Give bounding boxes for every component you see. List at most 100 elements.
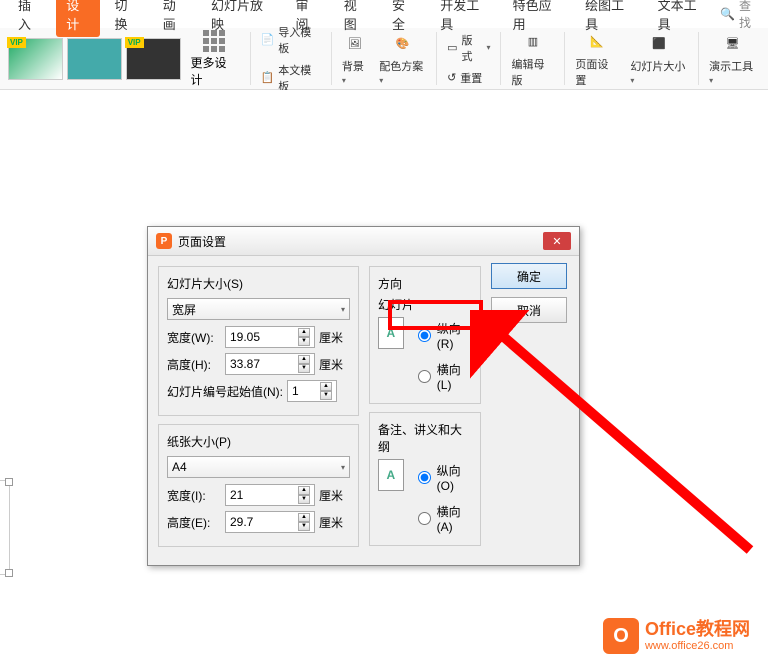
- width-label: 宽度(W):: [167, 329, 221, 346]
- slide-size-select[interactable]: 宽屏 ▾: [167, 298, 350, 320]
- more-designs-label: 更多设计: [191, 54, 238, 88]
- unit-label: 厘米: [319, 356, 343, 373]
- watermark: O Office教程网 www.office26.com: [603, 618, 750, 654]
- spinner-buttons[interactable]: ▲▼: [320, 382, 332, 400]
- template-thumb-3[interactable]: [126, 38, 181, 80]
- numbering-input[interactable]: 1 ▲▼: [287, 380, 337, 402]
- paper-width-input[interactable]: 21 ▲▼: [225, 484, 315, 506]
- radio-input[interactable]: [418, 370, 431, 383]
- import-icon: 📄: [261, 33, 275, 46]
- format-label: 版式: [461, 32, 482, 64]
- dialog-left-column: 幻灯片大小(S) 宽屏 ▾ 宽度(W): 19.05 ▲▼ 厘米 高度(H):: [158, 266, 359, 555]
- chevron-down-icon: ▾: [342, 76, 346, 85]
- slide-size-icon: ⬛: [647, 31, 671, 55]
- slide-portrait-radio[interactable]: 纵向(R): [414, 317, 472, 354]
- numbering-value: 1: [292, 384, 299, 398]
- paper-width-value: 21: [230, 488, 243, 502]
- notes-direction-fieldset: 备注、讲义和大纲 A 纵向(O) 横向(A): [369, 412, 481, 546]
- presentation-tool-label: 演示工具: [709, 61, 753, 73]
- spinner-buttons[interactable]: ▲▼: [298, 328, 310, 346]
- slide-width-input[interactable]: 19.05 ▲▼: [225, 326, 315, 348]
- background-button[interactable]: 🖼 背景▾: [336, 27, 373, 90]
- reset-label: 重置: [460, 70, 482, 86]
- spinner-buttons[interactable]: ▲▼: [298, 486, 310, 504]
- radio-input[interactable]: [418, 512, 431, 525]
- landscape-label: 横向(L): [437, 361, 472, 392]
- radio-input[interactable]: [418, 471, 431, 484]
- chevron-down-icon: ▾: [630, 76, 634, 85]
- notes-label: 备注、讲义和大纲: [378, 421, 472, 455]
- import-template-button[interactable]: 📄 导入模板: [255, 22, 327, 58]
- watermark-title: Office教程网: [645, 620, 750, 640]
- dialog-body: 幻灯片大小(S) 宽屏 ▾ 宽度(W): 19.05 ▲▼ 厘米 高度(H):: [148, 256, 579, 565]
- numbering-label: 幻灯片编号起始值(N):: [167, 383, 283, 400]
- grid-icon: [203, 30, 225, 52]
- page-setup-icon: 📐: [585, 29, 609, 53]
- unit-label: 厘米: [319, 329, 343, 346]
- chevron-down-icon: ▾: [486, 43, 490, 52]
- template-gallery: 更多设计: [2, 32, 251, 85]
- spinner-buttons[interactable]: ▲▼: [298, 355, 310, 373]
- slide-landscape-radio[interactable]: 横向(L): [414, 358, 472, 395]
- layout-icon: ▭: [447, 41, 457, 54]
- cancel-button[interactable]: 取消: [491, 297, 567, 323]
- template-thumb-1[interactable]: [8, 38, 63, 80]
- paper-height-value: 29.7: [230, 515, 253, 529]
- edit-master-button[interactable]: ▥ 编辑母版: [505, 25, 560, 92]
- unit-label: 厘米: [319, 487, 343, 504]
- page-setup-button[interactable]: 📐 页面设置: [569, 25, 624, 92]
- paper-size-value: A4: [172, 460, 187, 474]
- notes-portrait-label: 纵向(O): [437, 462, 472, 493]
- paper-size-select[interactable]: A4 ▾: [167, 456, 350, 478]
- template-thumb-2[interactable]: [67, 38, 122, 80]
- slide-size-value: 宽屏: [172, 301, 196, 318]
- radio-input[interactable]: [418, 329, 431, 342]
- height-label: 高度(H):: [167, 356, 221, 373]
- slide-size-label: 幻灯片大小(S): [167, 275, 350, 292]
- background-group: 🖼 背景▾ 🎨 配色方案▾: [332, 32, 437, 85]
- import-template-label: 导入模板: [278, 24, 321, 56]
- slide-direction-label: 幻灯片: [378, 296, 472, 313]
- chevron-down-icon: ▾: [341, 305, 345, 314]
- spinner-buttons[interactable]: ▲▼: [298, 513, 310, 531]
- page-setup-label: 页面设置: [575, 56, 618, 88]
- master-group: ▥ 编辑母版: [501, 32, 565, 85]
- slide-height-input[interactable]: 33.87 ▲▼: [225, 353, 315, 375]
- paper-height-input[interactable]: 29.7 ▲▼: [225, 511, 315, 533]
- format-button[interactable]: ▭ 版式 ▾: [441, 30, 496, 66]
- reset-icon: ↺: [447, 71, 456, 84]
- dialog-right-column: 确定 取消 方向 幻灯片 A 纵向(R) 横向(L): [369, 266, 569, 555]
- paper-height-label: 高度(E):: [167, 514, 221, 531]
- ok-button[interactable]: 确定: [491, 263, 567, 289]
- direction-label: 方向: [378, 275, 472, 292]
- notes-landscape-label: 横向(A): [437, 503, 472, 534]
- paper-size-label: 纸张大小(P): [167, 433, 350, 450]
- slide-edge-handle[interactable]: [0, 480, 10, 575]
- close-button[interactable]: ✕: [543, 232, 571, 250]
- ribbon: 更多设计 📄 导入模板 📋 本文模板 🖼 背景▾ 🎨 配色方案▾ ▭: [0, 28, 768, 90]
- presentation-group: 🖥 演示工具▾: [699, 32, 766, 85]
- color-scheme-label: 配色方案: [379, 61, 423, 73]
- layout-group: ▭ 版式 ▾ ↺ 重置: [437, 32, 501, 85]
- color-scheme-button[interactable]: 🎨 配色方案▾: [373, 27, 432, 90]
- background-label: 背景: [342, 61, 364, 73]
- text-template-label: 本文模板: [278, 62, 321, 94]
- orientation-icon: A: [378, 317, 404, 349]
- presentation-tool-button[interactable]: 🖥 演示工具▾: [703, 27, 762, 90]
- watermark-icon: O: [603, 618, 639, 654]
- chevron-down-icon: ▾: [709, 76, 713, 85]
- template-tools: 📄 导入模板 📋 本文模板: [251, 32, 332, 85]
- chevron-down-icon: ▾: [379, 76, 383, 85]
- dialog-titlebar[interactable]: P 页面设置 ✕: [148, 227, 579, 256]
- slide-size-button[interactable]: ⬛ 幻灯片大小▾: [624, 27, 694, 90]
- menu-bar: 插入 设计 切换 动画 幻灯片放映 审阅 视图 安全 开发工具 特色应用 绘图工…: [0, 0, 768, 28]
- slide-width-value: 19.05: [230, 330, 260, 344]
- page-setup-group: 📐 页面设置 ⬛ 幻灯片大小▾: [565, 32, 699, 85]
- orientation-icon: A: [378, 459, 404, 491]
- reset-button[interactable]: ↺ 重置: [441, 68, 496, 88]
- more-designs-button[interactable]: 更多设计: [183, 26, 246, 92]
- page-setup-dialog: P 页面设置 ✕ 幻灯片大小(S) 宽屏 ▾ 宽度(W): 19.05 ▲▼ 厘…: [147, 226, 580, 566]
- unit-label: 厘米: [319, 514, 343, 531]
- notes-portrait-radio[interactable]: 纵向(O): [414, 459, 472, 496]
- notes-landscape-radio[interactable]: 横向(A): [414, 500, 472, 537]
